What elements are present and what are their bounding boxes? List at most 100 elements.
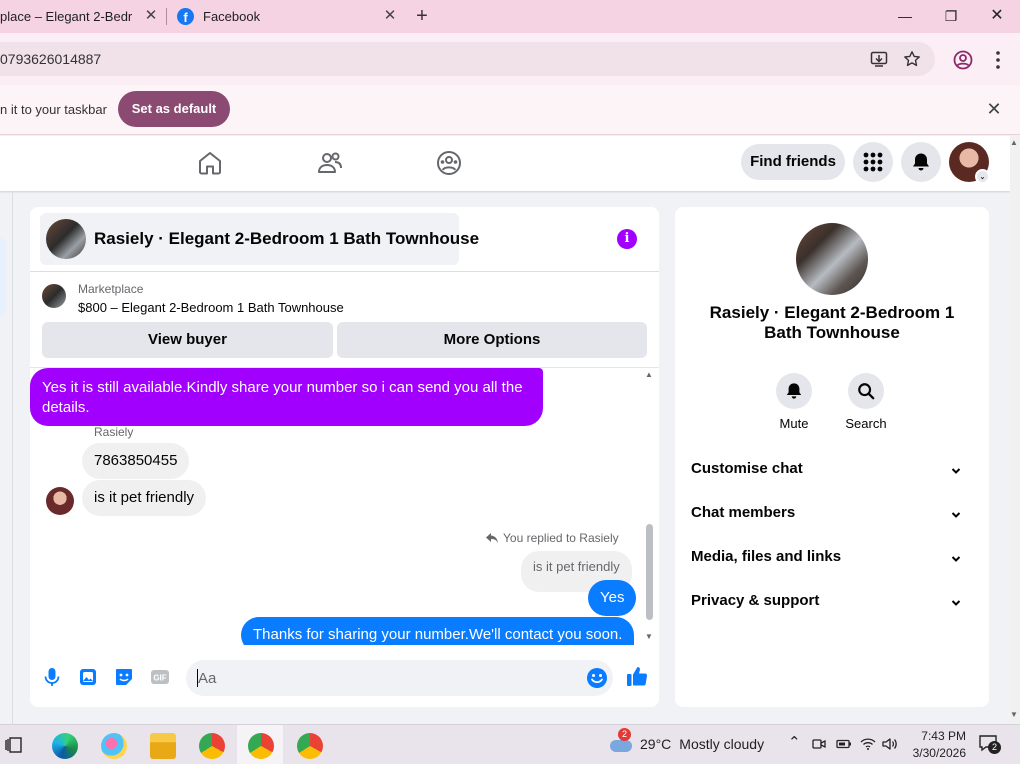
info-icon[interactable]: i [617, 229, 637, 249]
outgoing-message[interactable]: Yes it is still available.Kindly share y… [30, 368, 543, 426]
new-tab-icon[interactable]: + [412, 6, 432, 26]
groups-icon[interactable] [436, 150, 462, 176]
more-options-button[interactable]: More Options [337, 322, 647, 358]
mute-button[interactable]: Mute [769, 373, 819, 431]
bell-icon [786, 383, 802, 399]
scrollbar-thumb[interactable] [646, 524, 653, 620]
row-label: Media, files and links [691, 548, 842, 565]
meet-now-icon[interactable] [812, 737, 826, 751]
chat-info-panel: Rasiely · Elegant 2-Bedroom 1 Bath Townh… [675, 207, 989, 707]
message-composer: GIF [30, 657, 659, 697]
scroll-up-icon[interactable]: ▲ [1010, 138, 1018, 147]
row-label: Chat members [691, 504, 796, 521]
scroll-down-icon[interactable]: ▼ [1010, 710, 1018, 719]
row-label: Privacy & support [691, 592, 820, 609]
reply-note-text: You replied to Rasiely [503, 531, 619, 545]
temperature: 29°C [640, 736, 672, 752]
task-view-icon[interactable] [4, 735, 24, 755]
friends-icon[interactable] [317, 150, 343, 176]
scroll-up-icon[interactable]: ▲ [645, 370, 653, 379]
set-as-default-button[interactable]: Set as default [118, 91, 230, 127]
chrome-profile-icon[interactable] [248, 733, 274, 759]
close-icon[interactable]: ✕ [143, 8, 159, 24]
tab-facebook[interactable]: f Facebook ✕ [168, 0, 404, 33]
outgoing-message[interactable]: Yes [588, 580, 637, 616]
customise-chat-row[interactable]: Customise chat [691, 460, 973, 484]
default-browser-infobar: n it to your taskbar Set as default ✕ [0, 85, 1020, 135]
chat-title: Rasiely · Elegant 2-Bedroom 1 Bath Townh… [94, 229, 480, 248]
omnibox[interactable]: 0793626014887 [0, 42, 935, 76]
system-clock[interactable]: 7:43 PM 3/30/2026 [906, 728, 966, 762]
install-app-icon[interactable] [870, 50, 888, 68]
notification-count: 2 [988, 741, 1001, 754]
sticker-icon[interactable] [114, 667, 134, 687]
wifi-icon[interactable] [860, 737, 876, 751]
close-icon[interactable]: ✕ [382, 8, 398, 24]
media-files-links-row[interactable]: Media, files and links [691, 548, 973, 572]
tab-separator [166, 8, 167, 25]
minimize-icon[interactable]: — [890, 4, 920, 28]
search-label: Search [845, 416, 887, 431]
mute-label: Mute [779, 416, 809, 431]
message-list[interactable]: Yes it is still available.Kindly share y… [30, 368, 659, 645]
chrome-profile-icon[interactable] [199, 733, 225, 759]
search-button[interactable]: Search [841, 373, 891, 431]
sender-name: Rasiely [94, 425, 134, 439]
message-input[interactable] [198, 668, 578, 688]
edge-icon[interactable] [52, 733, 78, 759]
menu-button[interactable] [853, 142, 893, 182]
microphone-icon[interactable] [42, 667, 62, 687]
message-input-wrapper [186, 660, 613, 696]
notification-center[interactable]: 2 [978, 734, 1001, 754]
find-friends-button[interactable]: Find friends [741, 144, 845, 180]
weather-condition: Mostly cloudy [679, 736, 765, 752]
chrome-profile-icon[interactable] [297, 733, 323, 759]
chat-members-row[interactable]: Chat members [691, 504, 973, 528]
weather-widget[interactable]: 2 29°C Mostly cloudy [606, 728, 765, 754]
left-column-divider [12, 191, 13, 724]
privacy-support-row[interactable]: Privacy & support [691, 592, 973, 616]
photo-icon[interactable] [78, 667, 98, 687]
battery-icon[interactable] [836, 737, 852, 751]
chevron-down-icon[interactable]: ⌄ [975, 169, 990, 184]
incoming-message[interactable]: is it pet friendly [82, 480, 207, 516]
like-thumb-icon[interactable] [626, 665, 648, 687]
view-buyer-button[interactable]: View buyer [42, 322, 333, 358]
outgoing-message[interactable]: Thanks for sharing your number.We'll con… [241, 617, 635, 645]
notifications-button[interactable] [901, 142, 941, 182]
file-explorer-icon[interactable] [150, 733, 176, 759]
profile-icon[interactable] [953, 50, 973, 70]
message-scrollbar[interactable]: ▲ ▼ [643, 368, 655, 645]
windows-taskbar: 2 29°C Mostly cloudy ⌃ 7:43 PM 3/30/2026… [0, 724, 1020, 764]
left-list-item-highlight[interactable] [0, 238, 6, 316]
emoji-icon[interactable] [586, 667, 608, 689]
sender-avatar[interactable] [46, 487, 74, 515]
maximize-icon[interactable]: ❐ [936, 4, 966, 28]
marketplace-listing-title[interactable]: $800 – Elegant 2-Bedroom 1 Bath Townhous… [78, 300, 344, 315]
listing-photo[interactable] [796, 223, 868, 295]
gif-icon[interactable]: GIF [150, 667, 170, 687]
infobar-text: n it to your taskbar [0, 102, 107, 117]
chevron-up-icon[interactable]: ⌃ [788, 733, 801, 751]
address-bar-row: 0793626014887 [0, 33, 1020, 85]
volume-icon[interactable] [882, 737, 898, 751]
chat-panel: Rasiely · Elegant 2-Bedroom 1 Bath Townh… [30, 207, 659, 707]
paint-app-icon[interactable] [101, 733, 127, 759]
scroll-down-icon[interactable]: ▼ [645, 632, 653, 641]
address-text: 0793626014887 [0, 51, 102, 67]
text-caret [197, 669, 198, 687]
chat-header[interactable]: Rasiely · Elegant 2-Bedroom 1 Bath Townh… [40, 213, 479, 265]
browser-tab-strip: place – Elegant 2-Bedroo ✕ f Facebook ✕ … [0, 0, 1020, 33]
more-menu-icon[interactable] [988, 50, 1008, 70]
marketplace-label: Marketplace [78, 282, 144, 296]
reply-indicator: You replied to Rasiely [485, 531, 619, 545]
close-icon[interactable]: ✕ [984, 99, 1004, 119]
home-icon[interactable] [197, 150, 223, 176]
chevron-down-icon [951, 468, 961, 474]
page-scrollbar[interactable]: ▲ ▼ [1010, 136, 1020, 724]
incoming-message[interactable]: 7863850455 [82, 443, 190, 479]
tab-title: Facebook [203, 9, 261, 24]
window-close-icon[interactable]: ✕ [982, 4, 1012, 28]
tab-marketplace[interactable]: place – Elegant 2-Bedroo ✕ [0, 0, 165, 33]
bookmark-star-icon[interactable] [903, 50, 921, 68]
